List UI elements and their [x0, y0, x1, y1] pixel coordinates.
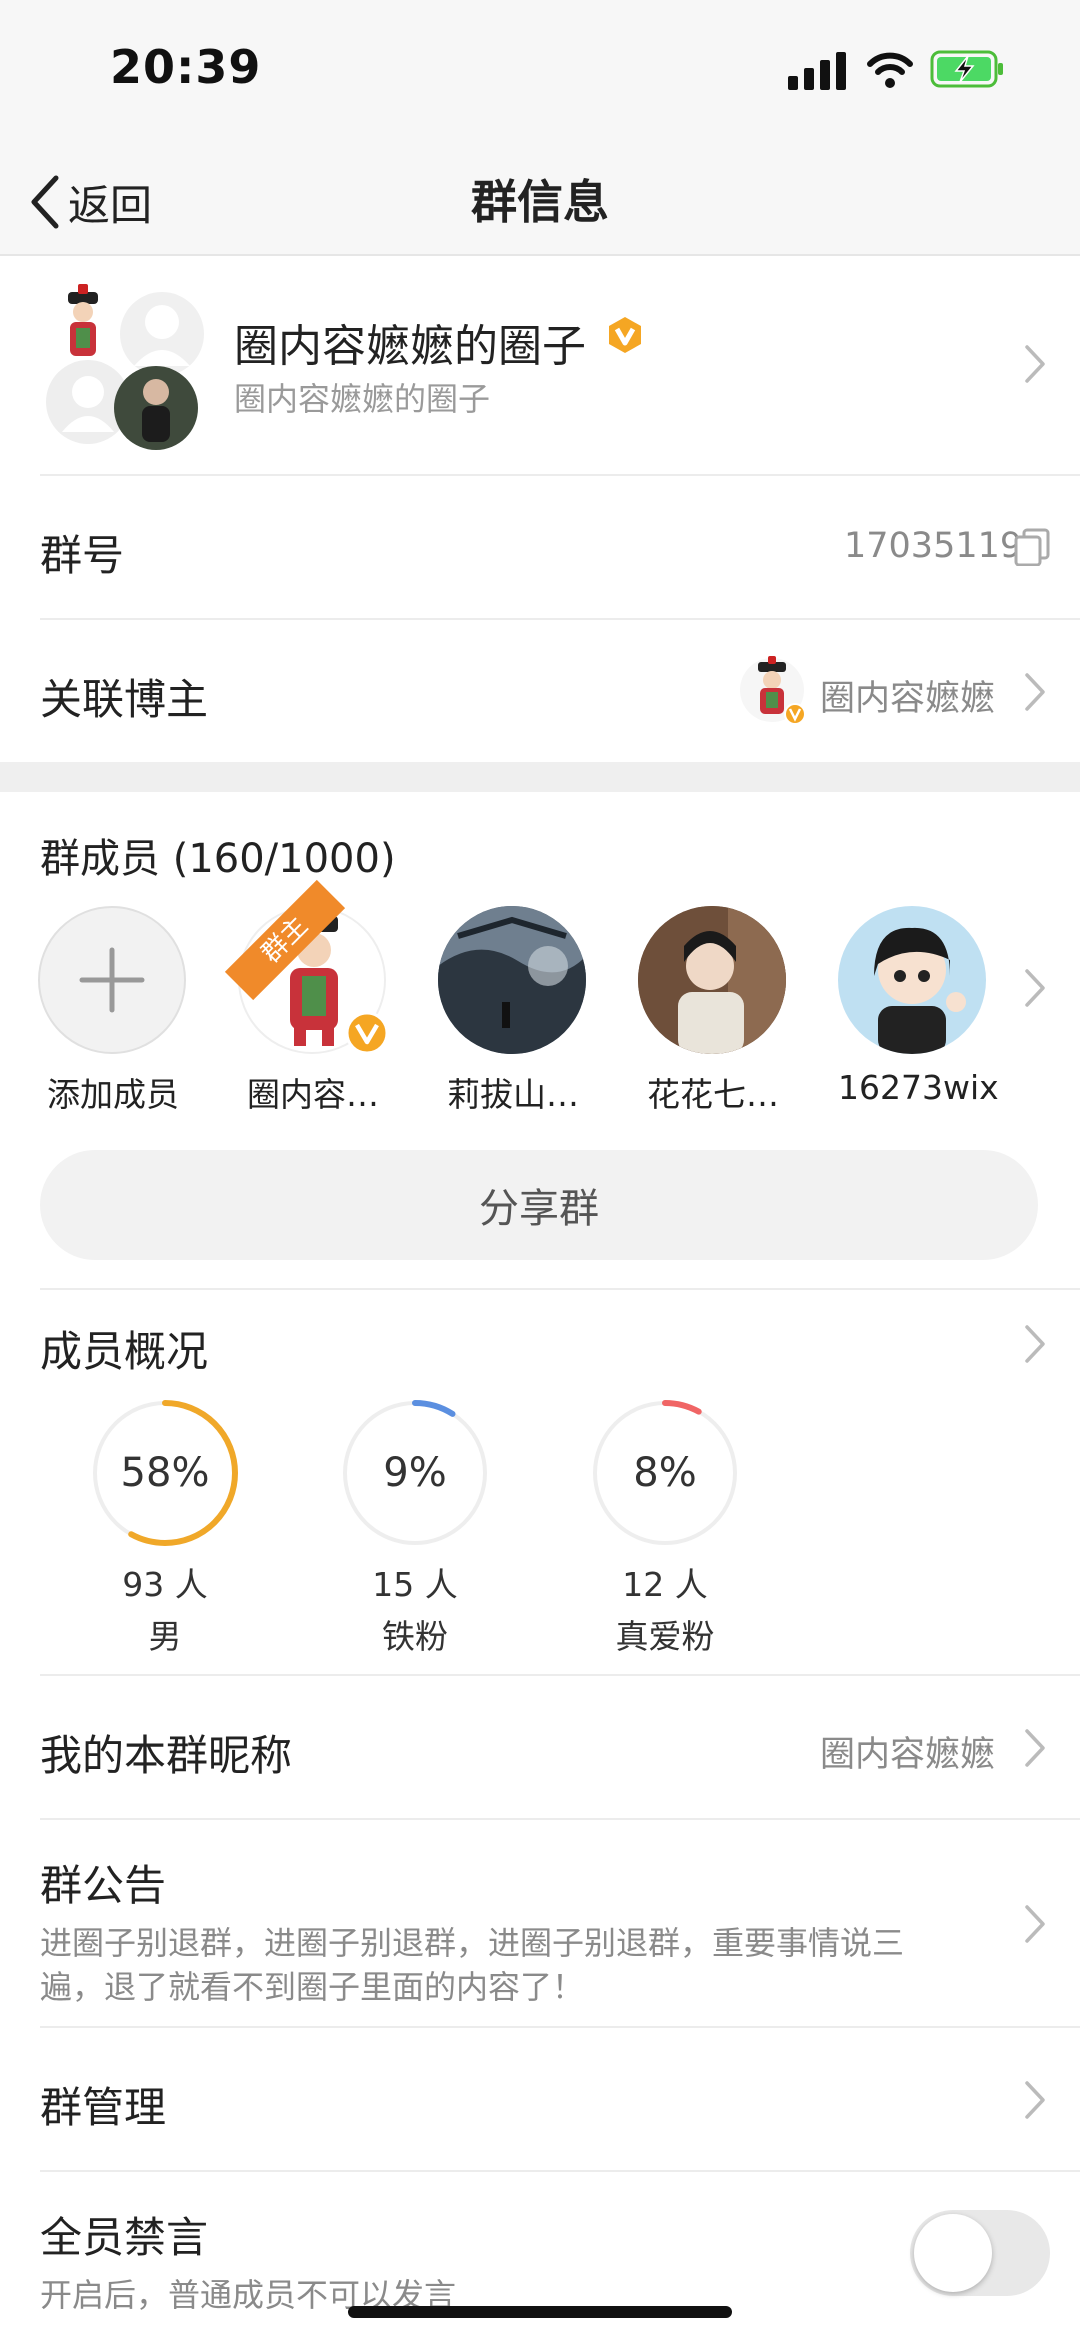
stat-count: 12 人 — [622, 1565, 708, 1604]
member-item[interactable]: 莉拔山… — [438, 906, 588, 1116]
nav-bar: 返回 群信息 — [0, 150, 1080, 256]
chevron-right-icon — [1025, 1729, 1045, 1767]
group-number-label: 群号 — [40, 531, 125, 580]
group-subtitle: 圈内容嬷嬷的圈子 — [234, 380, 491, 418]
signal-icon — [788, 52, 846, 90]
verified-badge-icon — [609, 317, 641, 353]
member-name: 16273wix — [838, 1068, 999, 1107]
group-number-row: 群号 17035119 — [0, 476, 1080, 618]
verified-badge-icon — [345, 1011, 389, 1055]
nickname-row[interactable]: 我的本群昵称 圈内容嬷嬷 — [0, 1676, 1080, 1818]
members-more-chevron-icon[interactable] — [1024, 968, 1046, 1008]
stat-ring: 8% — [590, 1398, 740, 1548]
member-avatar — [838, 906, 986, 1054]
linked-blogger-label: 关联博主 — [40, 675, 209, 724]
group-number-value: 17035119 — [844, 526, 1023, 566]
divider — [40, 2170, 1080, 2172]
status-time: 20:39 — [110, 40, 262, 94]
member-avatar — [638, 906, 786, 1054]
stat-item: 8% 12 人 真爱粉 — [590, 1398, 740, 1658]
chevron-right-icon — [1025, 2081, 1045, 2119]
page-title: 群信息 — [471, 175, 609, 229]
member-name: 花花七… — [647, 1075, 779, 1114]
chevron-right-icon — [1025, 1325, 1045, 1363]
group-name: 圈内容嬷嬷的圈子 — [234, 321, 586, 372]
member-item[interactable]: 群主 圈内容… — [224, 879, 389, 1116]
chevron-right-icon — [1025, 673, 1045, 711]
stat-label: 铁粉 — [382, 1617, 448, 1656]
battery-charging-icon — [930, 50, 1003, 88]
copy-icon[interactable] — [1014, 528, 1050, 566]
add-icon — [38, 906, 186, 1054]
add-member-button[interactable]: 添加成员 — [38, 906, 188, 1116]
linked-blogger-row[interactable]: 关联博主 圈内容嬷嬷 — [0, 620, 1080, 762]
stat-count: 15 人 — [372, 1565, 458, 1604]
announcement-text-line1: 进圈子别退群，进圈子别退群，进圈子别退群，重要事情说三 — [40, 1924, 905, 1962]
group-manage-label: 群管理 — [40, 2083, 167, 2132]
member-avatar — [438, 906, 586, 1054]
stat-ring: 9% — [340, 1398, 490, 1548]
nickname-label: 我的本群昵称 — [40, 1731, 293, 1780]
group-avatar — [40, 282, 206, 452]
announcement-text-line2: 遍，退了就看不到圈子里面的内容了！ — [40, 1968, 585, 2006]
member-item[interactable]: 花花七… — [638, 906, 788, 1116]
member-name: 圈内容… — [247, 1075, 379, 1114]
toggle-knob — [914, 2214, 992, 2292]
stat-label: 男 — [148, 1617, 182, 1656]
member-name: 莉拔山… — [447, 1075, 579, 1114]
stat-ring: 58% — [90, 1398, 240, 1548]
mute-all-toggle[interactable] — [910, 2210, 1050, 2296]
chevron-right-icon — [1025, 1905, 1045, 1943]
blogger-avatar — [740, 656, 806, 726]
home-indicator — [348, 2306, 732, 2318]
member-item[interactable]: 16273wix — [838, 906, 999, 1107]
members-header: 群成员 (160/1000) — [40, 836, 396, 882]
stat-count: 93 人 — [122, 1565, 208, 1604]
group-manage-row[interactable]: 群管理 — [0, 2028, 1080, 2170]
share-group-button[interactable]: 分享群 — [40, 1150, 1038, 1260]
status-bar: 20:39 — [0, 0, 1080, 150]
wifi-icon — [867, 52, 913, 88]
stat-label: 真爱粉 — [615, 1617, 715, 1656]
section-separator — [0, 762, 1080, 792]
overview-header-row[interactable]: 成员概况 — [0, 1290, 1080, 1390]
stat-item: 9% 15 人 铁粉 — [340, 1398, 490, 1658]
linked-blogger-name: 圈内容嬷嬷 — [820, 679, 996, 719]
group-header-row[interactable]: 圈内容嬷嬷的圈子 圈内容嬷嬷的圈子 — [0, 256, 1080, 474]
stat-percent: 8% — [633, 1450, 697, 1496]
chevron-right-icon — [1025, 345, 1045, 383]
stat-percent: 58% — [120, 1450, 210, 1496]
add-member-label: 添加成员 — [47, 1075, 179, 1114]
overview-title: 成员概况 — [40, 1327, 209, 1376]
nickname-value: 圈内容嬷嬷 — [820, 1735, 996, 1775]
stat-percent: 9% — [383, 1450, 447, 1496]
stat-item: 58% 93 人 男 — [90, 1398, 240, 1658]
mute-all-label: 全员禁言 — [40, 2213, 209, 2262]
announcement-label: 群公告 — [40, 1861, 167, 1910]
announcement-row[interactable]: 群公告 进圈子别退群，进圈子别退群，进圈子别退群，重要事情说三 遍，退了就看不到… — [0, 1820, 1080, 2026]
